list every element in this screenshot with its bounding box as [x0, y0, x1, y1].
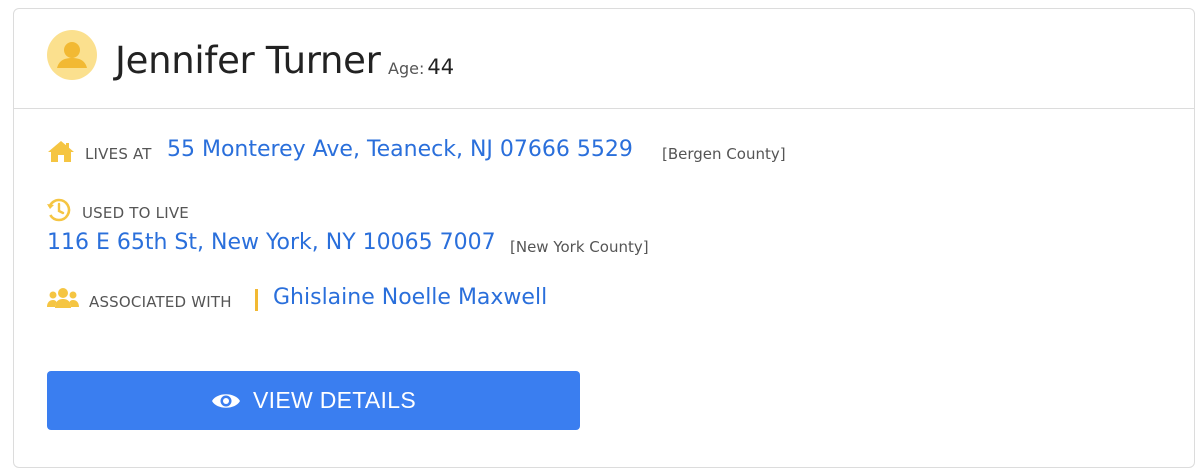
history-icon — [47, 198, 71, 222]
view-details-label: VIEW DETAILS — [253, 387, 416, 413]
person-card: Jennifer Turner Age: 44 LIVES AT 55 Monte… — [13, 8, 1195, 468]
associate-name-link[interactable]: Ghislaine Noelle Maxwell — [273, 285, 547, 310]
card-header: Jennifer Turner Age: 44 — [14, 9, 1194, 109]
separator — [255, 289, 258, 311]
age: Age: 44 — [388, 53, 454, 83]
view-details-button[interactable]: VIEW DETAILS — [47, 371, 580, 430]
associated-with-label: ASSOCIATED WITH — [89, 293, 232, 311]
home-icon — [48, 141, 74, 162]
avatar-icon — [47, 30, 97, 80]
current-county: [Bergen County] — [662, 145, 786, 163]
age-label: Age: — [388, 59, 425, 78]
previous-county: [New York County] — [510, 238, 649, 256]
eye-icon — [212, 393, 241, 408]
person-name: Jennifer Turner — [115, 39, 381, 82]
users-icon — [47, 288, 79, 308]
used-to-live-label: USED TO LIVE — [82, 204, 189, 222]
view-details-button-content: VIEW DETAILS — [47, 371, 580, 430]
previous-address-link[interactable]: 116 E 65th St, New York, NY 10065 7007 — [47, 230, 496, 255]
lives-at-label: LIVES AT — [85, 145, 152, 163]
current-address-link[interactable]: 55 Monterey Ave, Teaneck, NJ 07666 5529 — [167, 137, 633, 162]
age-value: 44 — [427, 55, 455, 79]
